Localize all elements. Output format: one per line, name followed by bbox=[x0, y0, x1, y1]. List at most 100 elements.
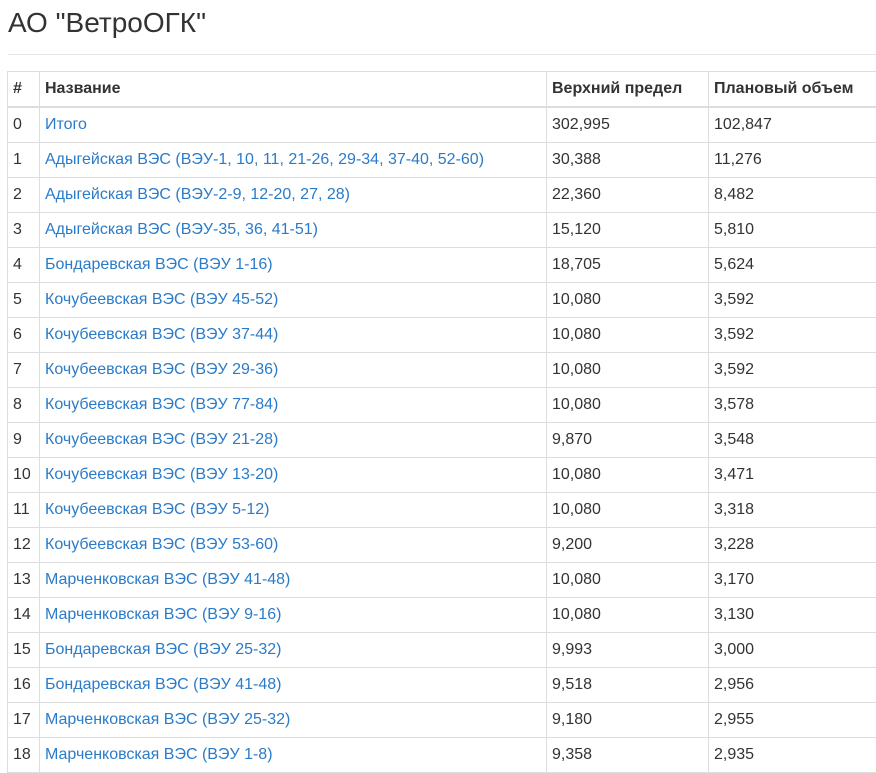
plant-link[interactable]: Кочубеевская ВЭС (ВЭУ 5-12) bbox=[45, 501, 269, 518]
row-planned-volume: 3,228 bbox=[709, 528, 876, 563]
row-index: 1 bbox=[8, 143, 40, 178]
row-planned-volume: 3,130 bbox=[709, 598, 876, 633]
row-name-cell: Марченковская ВЭС (ВЭУ 41-48) bbox=[40, 563, 547, 598]
row-name-cell: Марченковская ВЭС (ВЭУ 9-16) bbox=[40, 598, 547, 633]
row-planned-volume: 3,578 bbox=[709, 388, 876, 423]
row-planned-volume: 2,935 bbox=[709, 738, 876, 773]
row-planned-volume: 8,482 bbox=[709, 178, 876, 213]
header-index: # bbox=[8, 72, 40, 108]
row-planned-volume: 5,624 bbox=[709, 248, 876, 283]
row-upper-limit: 10,080 bbox=[547, 493, 709, 528]
row-index: 5 bbox=[8, 283, 40, 318]
row-name-cell: Адыгейская ВЭС (ВЭУ-1, 10, 11, 21-26, 29… bbox=[40, 143, 547, 178]
row-upper-limit: 15,120 bbox=[547, 213, 709, 248]
row-name-cell: Кочубеевская ВЭС (ВЭУ 21-28) bbox=[40, 423, 547, 458]
plant-link[interactable]: Кочубеевская ВЭС (ВЭУ 13-20) bbox=[45, 466, 278, 483]
table-row: 6 Кочубеевская ВЭС (ВЭУ 37-44) 10,0803,592 bbox=[8, 318, 876, 353]
row-upper-limit: 302,995 bbox=[547, 107, 709, 143]
row-name-cell: Итого bbox=[40, 107, 547, 143]
plant-link[interactable]: Кочубеевская ВЭС (ВЭУ 53-60) bbox=[45, 536, 278, 553]
row-index: 9 bbox=[8, 423, 40, 458]
plant-link[interactable]: Адыгейская ВЭС (ВЭУ-35, 36, 41-51) bbox=[45, 221, 318, 238]
row-index: 16 bbox=[8, 668, 40, 703]
table-row: 1 Адыгейская ВЭС (ВЭУ-1, 10, 11, 21-26, 2… bbox=[8, 143, 876, 178]
row-name-cell: Кочубеевская ВЭС (ВЭУ 29-36) bbox=[40, 353, 547, 388]
header-planned-volume: Плановый объем bbox=[709, 72, 876, 108]
row-upper-limit: 22,360 bbox=[547, 178, 709, 213]
page-title: АО "ВетроОГК" bbox=[8, 6, 206, 40]
row-upper-limit: 10,080 bbox=[547, 598, 709, 633]
plant-link[interactable]: Кочубеевская ВЭС (ВЭУ 37-44) bbox=[45, 326, 278, 343]
row-name-cell: Кочубеевская ВЭС (ВЭУ 13-20) bbox=[40, 458, 547, 493]
row-planned-volume: 3,471 bbox=[709, 458, 876, 493]
row-upper-limit: 10,080 bbox=[547, 318, 709, 353]
plant-link[interactable]: Итого bbox=[45, 116, 87, 133]
row-planned-volume: 3,318 bbox=[709, 493, 876, 528]
plant-link[interactable]: Кочубеевская ВЭС (ВЭУ 45-52) bbox=[45, 291, 278, 308]
table-row: 3 Адыгейская ВЭС (ВЭУ-35, 36, 41-51) 15,12… bbox=[8, 213, 876, 248]
row-index: 10 bbox=[8, 458, 40, 493]
row-upper-limit: 9,870 bbox=[547, 423, 709, 458]
row-index: 2 bbox=[8, 178, 40, 213]
row-name-cell: Бондаревская ВЭС (ВЭУ 25-32) bbox=[40, 633, 547, 668]
plant-link[interactable]: Кочубеевская ВЭС (ВЭУ 21-28) bbox=[45, 431, 278, 448]
row-name-cell: Кочубеевская ВЭС (ВЭУ 37-44) bbox=[40, 318, 547, 353]
row-index: 0 bbox=[8, 107, 40, 143]
plant-link[interactable]: Марченковская ВЭС (ВЭУ 1-8) bbox=[45, 746, 273, 763]
table-row: 17Марченковская ВЭС (ВЭУ 25-32)9,1802,95… bbox=[8, 703, 876, 738]
row-index: 6 bbox=[8, 318, 40, 353]
row-index: 4 bbox=[8, 248, 40, 283]
plant-link[interactable]: Марченковская ВЭС (ВЭУ 41-48) bbox=[45, 571, 290, 588]
row-planned-volume: 3,170 bbox=[709, 563, 876, 598]
table-row: 2 Адыгейская ВЭС (ВЭУ-2-9, 12-20, 27, 28)… bbox=[8, 178, 876, 213]
table-row: 16 Бондаревская ВЭС (ВЭУ 41-48) 9,5182,956 bbox=[8, 668, 876, 703]
table-header-row: # Название Верхний предел Плановый объем bbox=[8, 72, 876, 108]
row-name-cell: Адыгейская ВЭС (ВЭУ-35, 36, 41-51) bbox=[40, 213, 547, 248]
table-row: 7Кочубеевская ВЭС (ВЭУ 29-36)10,0803,592 bbox=[8, 353, 876, 388]
table-row: 14Марченковская ВЭС (ВЭУ 9-16)10,0803,13… bbox=[8, 598, 876, 633]
plant-link[interactable]: Марченковская ВЭС (ВЭУ 25-32) bbox=[45, 711, 290, 728]
table-row: 8Кочубеевская ВЭС (ВЭУ 77-84)10,0803,578 bbox=[8, 388, 876, 423]
plant-link[interactable]: Бондаревская ВЭС (ВЭУ 1-16) bbox=[45, 256, 273, 273]
table-row: 13 Марченковская ВЭС (ВЭУ 41-48) 10,0803,1… bbox=[8, 563, 876, 598]
row-planned-volume: 11,276 bbox=[709, 143, 876, 178]
title-divider bbox=[8, 54, 876, 55]
row-name-cell: Марченковская ВЭС (ВЭУ 25-32) bbox=[40, 703, 547, 738]
plant-link[interactable]: Кочубеевская ВЭС (ВЭУ 29-36) bbox=[45, 361, 278, 378]
plant-link[interactable]: Бондаревская ВЭС (ВЭУ 41-48) bbox=[45, 676, 281, 693]
row-upper-limit: 9,180 bbox=[547, 703, 709, 738]
row-index: 3 bbox=[8, 213, 40, 248]
row-planned-volume: 2,956 bbox=[709, 668, 876, 703]
row-upper-limit: 9,358 bbox=[547, 738, 709, 773]
table-header: # Название Верхний предел Плановый объем bbox=[8, 72, 876, 108]
row-name-cell: Бондаревская ВЭС (ВЭУ 1-16) bbox=[40, 248, 547, 283]
plant-link[interactable]: Бондаревская ВЭС (ВЭУ 25-32) bbox=[45, 641, 281, 658]
row-upper-limit: 9,993 bbox=[547, 633, 709, 668]
row-planned-volume: 3,592 bbox=[709, 283, 876, 318]
table-row: 5Кочубеевская ВЭС (ВЭУ 45-52)10,0803,592 bbox=[8, 283, 876, 318]
table-row: 9Кочубеевская ВЭС (ВЭУ 21-28)9,8703,548 bbox=[8, 423, 876, 458]
row-name-cell: Кочубеевская ВЭС (ВЭУ 45-52) bbox=[40, 283, 547, 318]
row-upper-limit: 9,200 bbox=[547, 528, 709, 563]
row-planned-volume: 3,592 bbox=[709, 318, 876, 353]
table-row: 12Кочубеевская ВЭС (ВЭУ 53-60)9,2003,228 bbox=[8, 528, 876, 563]
row-upper-limit: 9,518 bbox=[547, 668, 709, 703]
row-index: 13 bbox=[8, 563, 40, 598]
row-name-cell: Адыгейская ВЭС (ВЭУ-2-9, 12-20, 27, 28) bbox=[40, 178, 547, 213]
row-upper-limit: 10,080 bbox=[547, 388, 709, 423]
row-index: 18 bbox=[8, 738, 40, 773]
row-name-cell: Кочубеевская ВЭС (ВЭУ 53-60) bbox=[40, 528, 547, 563]
row-upper-limit: 10,080 bbox=[547, 563, 709, 598]
plant-link[interactable]: Адыгейская ВЭС (ВЭУ-1, 10, 11, 21-26, 29… bbox=[45, 151, 484, 168]
plant-link[interactable]: Кочубеевская ВЭС (ВЭУ 77-84) bbox=[45, 396, 278, 413]
row-name-cell: Бондаревская ВЭС (ВЭУ 41-48) bbox=[40, 668, 547, 703]
plant-link[interactable]: Марченковская ВЭС (ВЭУ 9-16) bbox=[45, 606, 281, 623]
table-row: 18 Марченковская ВЭС (ВЭУ 1-8) 9,3582,935 bbox=[8, 738, 876, 773]
table-row: 10 Кочубеевская ВЭС (ВЭУ 13-20) 10,0803,47… bbox=[8, 458, 876, 493]
row-upper-limit: 10,080 bbox=[547, 458, 709, 493]
header-upper-limit: Верхний предел bbox=[547, 72, 709, 108]
plant-link[interactable]: Адыгейская ВЭС (ВЭУ-2-9, 12-20, 27, 28) bbox=[45, 186, 350, 203]
row-index: 15 bbox=[8, 633, 40, 668]
table-row: 0Итого302,995102,847 bbox=[8, 107, 876, 143]
row-index: 7 bbox=[8, 353, 40, 388]
